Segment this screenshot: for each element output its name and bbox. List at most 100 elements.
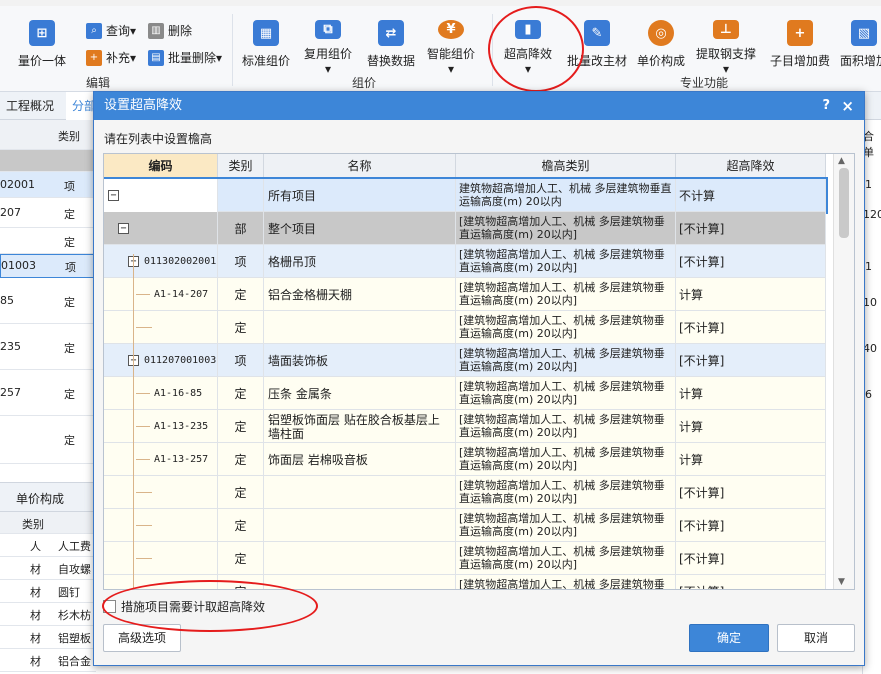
supplement-button[interactable]: + 补充 ▾ [86, 49, 136, 66]
replace-data-button[interactable]: ⇄ 替换数据 [367, 16, 415, 76]
cell-eave-height[interactable]: [建筑物超高增加人工、机械 多层建筑物垂直运输高度(m) 20以内] [456, 245, 676, 278]
table-row[interactable]: − 所有项目 建筑物超高增加人工、机械 多层建筑物垂直运输高度(m) 20以内 不计算 [104, 177, 828, 214]
collapse-toggle-icon[interactable]: − [118, 223, 129, 234]
cell-code[interactable] [104, 542, 218, 575]
vertical-scrollbar[interactable]: ▲ ▼ [833, 154, 854, 589]
price-integration-button[interactable]: ⊞ 量价一体 [18, 16, 66, 76]
cell-height-effect[interactable]: [不计算] [676, 245, 826, 278]
table-row[interactable]: 207 定 [0, 198, 96, 228]
cell-eave-height[interactable]: 建筑物超高增加人工、机械 多层建筑物垂直运输高度(m) 20以内 [456, 179, 676, 212]
scroll-down-icon[interactable]: ▼ [838, 577, 845, 587]
column-header-height-effect[interactable]: 超高降效 [676, 154, 826, 178]
cell-height-effect[interactable]: 计算 [676, 410, 826, 443]
cell-eave-height[interactable]: [建筑物超高增加人工、机械 多层建筑物垂直运输高度(m) 20以内] [456, 476, 676, 509]
table-row[interactable]: A1-13-235 定铝塑板饰面层 贴在胶合板基层上 墙柱面 [建筑物超高增加人工、… [104, 410, 826, 443]
cell-eave-height[interactable]: [建筑物超高增加人工、机械 多层建筑物垂直运输高度(m) 20以内] [456, 311, 676, 344]
cell-height-effect[interactable]: 计算 [676, 278, 826, 311]
cell-eave-height[interactable]: [建筑物超高增加人工、机械 多层建筑物垂直运输高度(m) 20以内] [456, 278, 676, 311]
collapse-toggle-icon[interactable]: − [108, 190, 119, 201]
advanced-options-button[interactable]: 高级选项 [103, 624, 181, 652]
ok-button[interactable]: 确定 [689, 624, 769, 652]
table-row[interactable]: 01003 项 [0, 254, 96, 278]
cell-height-effect[interactable]: [不计算] [676, 476, 826, 509]
table-row[interactable]: −011302002001项格栅吊顶[建筑物超高增加人工、机械 多层建筑物垂直运… [104, 245, 826, 278]
cell-height-effect[interactable]: 计算 [676, 443, 826, 476]
cell-height-effect[interactable]: [不计算] [676, 311, 826, 344]
close-icon[interactable]: × [841, 92, 854, 120]
cell-code[interactable]: A1-13-235 [104, 410, 218, 443]
table-row[interactable]: 85 定 [0, 278, 96, 324]
sub-item-fee-button[interactable]: + 子目增加费 [770, 16, 830, 76]
cell-code[interactable] [104, 575, 218, 589]
list-item[interactable]: 材 自攻螺 [0, 557, 96, 580]
delete-button[interactable]: ▥ 删除 [148, 22, 192, 39]
table-row[interactable]: A1-14-207 定铝合金格栅天棚 [建筑物超高增加人工、机械 多层建筑物垂直运输… [104, 278, 826, 311]
batch-delete-button[interactable]: ▤ 批量删除 ▾ [148, 49, 222, 66]
cell-eave-height[interactable]: [建筑物超高增加人工、机械 多层建筑物垂直运输高度(m) 20以内] [456, 575, 676, 589]
cell-code[interactable] [104, 311, 218, 344]
cell-height-effect[interactable]: 不计算 [676, 179, 826, 212]
cell-eave-height[interactable]: [建筑物超高增加人工、机械 多层建筑物垂直运输高度(m) 20以内] [456, 377, 676, 410]
cell-code[interactable]: A1-14-207 [104, 278, 218, 311]
standard-pricing-button[interactable]: ▦ 标准组价 [242, 16, 290, 76]
table-row[interactable]: 定 [建筑物超高增加人工、机械 多层建筑物垂直运输高度(m) 20以内][不计算] [104, 476, 826, 509]
table-row[interactable]: 02001 项 [0, 172, 96, 198]
batch-main-material-button[interactable]: ✎ 批量改主材 [567, 16, 627, 76]
cell-code[interactable]: −011207001003 [104, 344, 218, 377]
list-item[interactable]: 材 圆钉 [0, 580, 96, 603]
cell-code[interactable]: A1-16-85 [104, 377, 218, 410]
cell-code[interactable]: A1-13-257 [104, 443, 218, 476]
table-row[interactable]: 235 定 [0, 324, 96, 370]
help-icon[interactable]: ? [822, 92, 830, 120]
cell-eave-height[interactable]: [建筑物超高增加人工、机械 多层建筑物垂直运输高度(m) 20以内] [456, 443, 676, 476]
column-header-kind[interactable]: 类别 [218, 154, 264, 178]
cell-code[interactable]: − [104, 179, 218, 212]
table-row[interactable]: − 部整个项目 [建筑物超高增加人工、机械 多层建筑物垂直运输高度(m) 20以内]… [104, 212, 826, 245]
cell-height-effect[interactable]: [不计算] [676, 509, 826, 542]
cell-height-effect[interactable]: 计算 [676, 377, 826, 410]
table-row[interactable]: 定 [建筑物超高增加人工、机械 多层建筑物垂直运输高度(m) 20以内][不计算] [104, 311, 826, 344]
table-row[interactable]: A1-16-85 定压条 金属条 [建筑物超高增加人工、机械 多层建筑物垂直运输高度… [104, 377, 826, 410]
cell-height-effect[interactable]: [不计算] [676, 212, 826, 245]
cell-code[interactable]: −011302002001 [104, 245, 218, 278]
scroll-up-icon[interactable]: ▲ [838, 156, 845, 166]
cell-code[interactable]: − [104, 212, 218, 245]
tab-project-overview[interactable]: 工程概况 [0, 92, 60, 120]
table-row[interactable]: 定 [建筑物超高增加人工、机械 多层建筑物垂直运输高度(m) 20以内][不计算] [104, 575, 826, 589]
cell-height-effect[interactable]: [不计算] [676, 542, 826, 575]
cell-height-effect[interactable]: [不计算] [676, 344, 826, 377]
column-header-code[interactable]: 编码 [104, 154, 218, 178]
table-row[interactable]: 257 定 [0, 370, 96, 416]
cell-eave-height[interactable]: [建筑物超高增加人工、机械 多层建筑物垂直运输高度(m) 20以内] [456, 509, 676, 542]
query-button[interactable]: ⌕ 查询 ▾ [86, 22, 136, 39]
list-item[interactable]: 材 铝合金 [0, 649, 96, 672]
table-row[interactable]: 定 [建筑物超高增加人工、机械 多层建筑物垂直运输高度(m) 20以内][不计算] [104, 509, 826, 542]
smart-pricing-button[interactable]: ¥ 智能组价 ▾ [427, 16, 475, 76]
cell-height-effect[interactable]: [不计算] [676, 575, 826, 589]
list-item[interactable]: 材 铝塑板 [0, 626, 96, 649]
table-row[interactable]: 定 [0, 416, 96, 464]
table-row[interactable]: 定 [建筑物超高增加人工、机械 多层建筑物垂直运输高度(m) 20以内][不计算] [104, 542, 826, 575]
cell-eave-height[interactable]: [建筑物超高增加人工、机械 多层建筑物垂直运输高度(m) 20以内] [456, 212, 676, 245]
extract-steel-support-button[interactable]: ⊥ 提取钢支撑 ▾ [696, 16, 756, 76]
cell-eave-height[interactable]: [建筑物超高增加人工、机械 多层建筑物垂直运输高度(m) 20以内] [456, 344, 676, 377]
list-item[interactable]: 人 人工费 [0, 534, 96, 557]
cell-eave-height[interactable]: [建筑物超高增加人工、机械 多层建筑物垂直运输高度(m) 20以内] [456, 542, 676, 575]
reuse-pricing-button[interactable]: ⧉ 复用组价 ▾ [304, 16, 352, 76]
table-row[interactable]: 定 [0, 228, 96, 254]
area-increase-button[interactable]: ▧ 面积增加 [840, 16, 881, 76]
measure-item-checkbox[interactable] [103, 600, 116, 613]
column-header-eave-height[interactable]: 檐高类别 [456, 154, 676, 178]
table-row[interactable]: A1-13-257 定饰面层 岩棉吸音板 [建筑物超高增加人工、机械 多层建筑物垂直… [104, 443, 826, 476]
tab-unit-price-composition[interactable]: 单价构成 [16, 490, 64, 507]
cell-eave-height[interactable]: [建筑物超高增加人工、机械 多层建筑物垂直运输高度(m) 20以内] [456, 410, 676, 443]
cell-code[interactable] [104, 509, 218, 542]
column-header-name[interactable]: 名称 [264, 154, 456, 178]
height-reduction-button[interactable]: ▮ 超高降效 ▾ [504, 16, 552, 76]
table-row[interactable]: −011207001003项墙面装饰板[建筑物超高增加人工、机械 多层建筑物垂直… [104, 344, 826, 377]
cell-code[interactable] [104, 476, 218, 509]
unit-price-composition-button[interactable]: ◎ 单价构成 [637, 16, 685, 76]
list-item[interactable]: 材 杉木枋 [0, 603, 96, 626]
cancel-button[interactable]: 取消 [777, 624, 855, 652]
measure-item-checkbox-row[interactable]: 措施项目需要计取超高降效 [103, 598, 265, 615]
